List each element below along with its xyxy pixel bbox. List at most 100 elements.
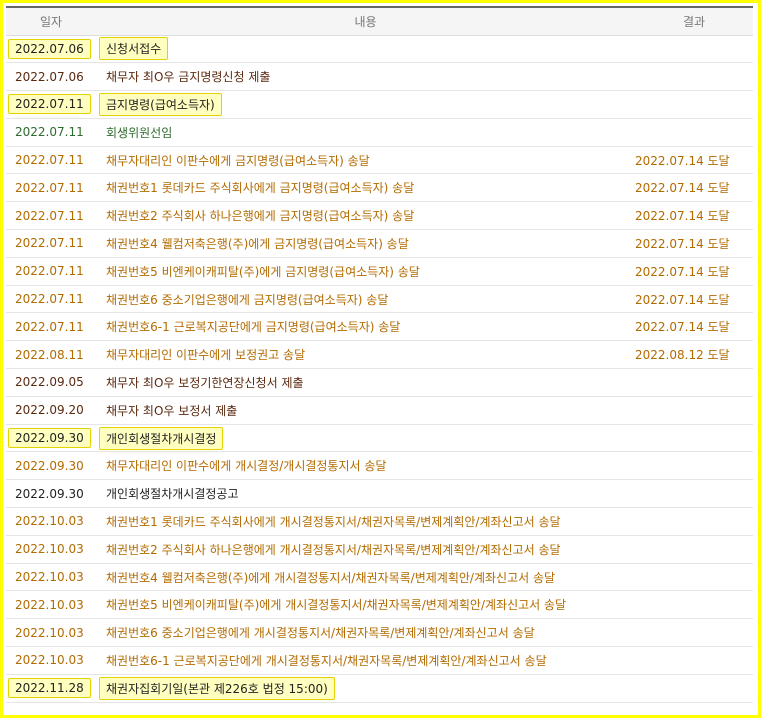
row-result: 2022.07.14 도달 — [635, 236, 730, 251]
table-row: 2022.09.30 개인회생절차개시결정공고 — [6, 479, 753, 509]
row-result: 2022.07.14 도달 — [635, 292, 730, 307]
row-content: 개인회생절차개시결정공고 — [106, 487, 239, 502]
row-content-cell: 채권번호6 중소기업은행에게 금지명령(급여소득자) 송달 — [96, 285, 635, 314]
row-date-cell: 2022.10.03 — [6, 646, 96, 675]
row-date: 2022.10.03 — [15, 570, 84, 585]
row-date: 2022.09.30 — [15, 458, 84, 473]
row-content-cell: 채무자 최O우 금지명령신청 제출 — [96, 62, 635, 92]
table-row: 2022.10.03 채권번호2 주식회사 하나은행에게 개시결정통지서/채권자목… — [6, 535, 753, 564]
row-content: 채권번호5 비엔케이캐피탈(주)에게 금지명령(급여소득자) 송달 — [106, 264, 420, 279]
row-content-cell: 채무자 최O우 보정기한연장신청서 제출 — [96, 368, 635, 397]
row-date-cell: 2022.09.20 — [6, 396, 96, 425]
row-content: 채권번호4 웰컴저축은행(주)에게 금지명령(급여소득자) 송달 — [106, 236, 409, 251]
row-date-cell: 2022.10.03 — [6, 563, 96, 592]
row-content: 채무자대리인 이판수에게 보정권고 송달 — [106, 348, 306, 363]
table-row: 2022.09.30 개인회생절차개시결정 — [6, 424, 753, 453]
row-result-cell — [635, 118, 753, 147]
row-content: 채권번호6 중소기업은행에게 금지명령(급여소득자) 송달 — [106, 292, 389, 307]
row-content-highlighted: 금지명령(급여소득자) — [99, 92, 222, 116]
table-body: 2022.07.06 신청서접수 2022.07.06 채무자 최O우 금지명령신청 … — [6, 35, 753, 703]
table-row: 2022.07.11 채권번호6 중소기업은행에게 금지명령(급여소득자) 송달 2… — [6, 285, 753, 314]
row-result-cell — [635, 35, 753, 64]
row-content: 채권번호6-1 근로복지공단에게 개시결정통지서/채권자목록/변제계획안/계좌신… — [106, 653, 547, 668]
table-row: 2022.07.11 금지명령(급여소득자) — [6, 90, 753, 119]
row-date-cell: 2022.10.03 — [6, 535, 96, 564]
row-date-highlighted: 2022.07.06 — [8, 38, 91, 59]
table-row: 2022.07.11 채권번호5 비엔케이캐피탈(주)에게 금지명령(급여소득자)… — [6, 257, 753, 286]
table-header-row: 일자 내용 결과 — [6, 6, 753, 36]
row-content: 채권번호2 주식회사 하나은행에게 개시결정통지서/채권자목록/변제계획안/계좌… — [106, 542, 561, 557]
row-content-cell: 채권번호4 웰컴저축은행(주)에게 개시결정통지서/채권자목록/변제계획안/계좌… — [96, 563, 635, 592]
row-result-cell — [635, 479, 753, 509]
row-content-cell: 금지명령(급여소득자) — [96, 90, 635, 119]
row-content: 채무자대리인 이판수에게 개시결정/개시결정통지서 송달 — [106, 459, 387, 474]
row-date: 2022.09.05 — [15, 375, 84, 390]
row-date-cell: 2022.07.11 — [6, 229, 96, 258]
row-result-cell — [635, 618, 753, 648]
row-date: 2022.07.11 — [15, 153, 84, 168]
row-date: 2022.07.11 — [15, 125, 84, 140]
row-date: 2022.08.11 — [15, 347, 84, 362]
row-date-cell: 2022.07.11 — [6, 118, 96, 147]
row-date-cell: 2022.09.30 — [6, 424, 96, 453]
row-result-cell — [635, 646, 753, 675]
row-content-highlighted: 채권자집회기일(본관 제226호 법정 15:00) — [99, 676, 335, 700]
row-result-cell: 2022.08.12 도달 — [635, 340, 753, 370]
row-date: 2022.07.11 — [15, 319, 84, 334]
row-content-cell: 채권번호5 비엔케이캐피탈(주)에게 금지명령(급여소득자) 송달 — [96, 257, 635, 286]
row-date: 2022.07.11 — [15, 180, 84, 195]
row-result-cell: 2022.07.14 도달 — [635, 229, 753, 258]
table-row: 2022.07.11 채권번호6-1 근로복지공단에게 금지명령(급여소득자) 송… — [6, 312, 753, 342]
row-date-cell: 2022.07.11 — [6, 257, 96, 286]
row-content: 회생위원선임 — [106, 125, 173, 140]
row-date-cell: 2022.07.11 — [6, 173, 96, 203]
table-row: 2022.10.03 채권번호1 롯데카드 주식회사에게 개시결정통지서/채권자목… — [6, 507, 753, 536]
table-row: 2022.07.06 채무자 최O우 금지명령신청 제출 — [6, 62, 753, 92]
row-date-cell: 2022.07.06 — [6, 62, 96, 92]
row-result-cell — [635, 563, 753, 592]
row-date-cell: 2022.09.30 — [6, 479, 96, 509]
row-content-cell: 채무자대리인 이판수에게 개시결정/개시결정통지서 송달 — [96, 451, 635, 481]
row-result-cell: 2022.07.14 도달 — [635, 285, 753, 314]
row-date-cell: 2022.10.03 — [6, 590, 96, 620]
row-content: 채무자 최O우 금지명령신청 제출 — [106, 70, 271, 85]
header-content: 내용 — [96, 6, 635, 36]
row-content-cell: 개인회생절차개시결정공고 — [96, 479, 635, 509]
table-row: 2022.10.03 채권번호4 웰컴저축은행(주)에게 개시결정통지서/채권자목… — [6, 563, 753, 592]
row-content: 채무자 최O우 보정기한연장신청서 제출 — [106, 375, 304, 390]
row-content-highlighted: 개인회생절차개시결정 — [99, 426, 224, 450]
row-content-cell: 채무자대리인 이판수에게 보정권고 송달 — [96, 340, 635, 370]
row-content: 채권번호1 롯데카드 주식회사에게 금지명령(급여소득자) 송달 — [106, 181, 415, 196]
table-row: 2022.07.11 채권번호4 웰컴저축은행(주)에게 금지명령(급여소득자) … — [6, 229, 753, 258]
row-result: 2022.07.14 도달 — [635, 153, 730, 168]
row-date-cell: 2022.11.28 — [6, 674, 96, 703]
row-date-cell: 2022.09.05 — [6, 368, 96, 397]
row-content-cell: 신청서접수 — [96, 35, 635, 64]
header-date: 일자 — [6, 6, 96, 36]
row-date: 2022.10.03 — [15, 625, 84, 640]
row-content: 채권번호5 비엔케이캐피탈(주)에게 개시결정통지서/채권자목록/변제계획안/계… — [106, 598, 567, 613]
row-result-cell — [635, 535, 753, 564]
row-date-cell: 2022.08.11 — [6, 340, 96, 370]
table-row: 2022.09.20 채무자 최O우 보정서 제출 — [6, 396, 753, 425]
row-result: 2022.07.14 도달 — [635, 264, 730, 279]
row-date-highlighted: 2022.09.30 — [8, 428, 91, 449]
table-row: 2022.07.11 채무자대리인 이판수에게 금지명령(급여소득자) 송달 202… — [6, 146, 753, 175]
row-date: 2022.07.11 — [15, 264, 84, 279]
row-date: 2022.09.20 — [15, 403, 84, 418]
row-date: 2022.10.03 — [15, 597, 84, 612]
row-result-cell — [635, 62, 753, 92]
row-date-cell: 2022.07.11 — [6, 90, 96, 119]
row-result-cell — [635, 368, 753, 397]
row-content: 채권번호6 중소기업은행에게 개시결정통지서/채권자목록/변제계획안/계좌신고서… — [106, 626, 535, 641]
row-content-highlighted: 신청서접수 — [99, 37, 169, 61]
row-content: 채무자 최O우 보정서 제출 — [106, 403, 238, 418]
row-date-highlighted: 2022.07.11 — [8, 94, 91, 115]
row-result: 2022.07.14 도달 — [635, 181, 730, 196]
table-row: 2022.10.03 채권번호5 비엔케이캐피탈(주)에게 개시결정통지서/채권자… — [6, 590, 753, 620]
row-content-cell: 개인회생절차개시결정 — [96, 424, 635, 453]
row-result-cell — [635, 590, 753, 620]
row-date: 2022.07.11 — [15, 236, 84, 251]
row-date-cell: 2022.07.11 — [6, 285, 96, 314]
row-result-cell — [635, 396, 753, 425]
